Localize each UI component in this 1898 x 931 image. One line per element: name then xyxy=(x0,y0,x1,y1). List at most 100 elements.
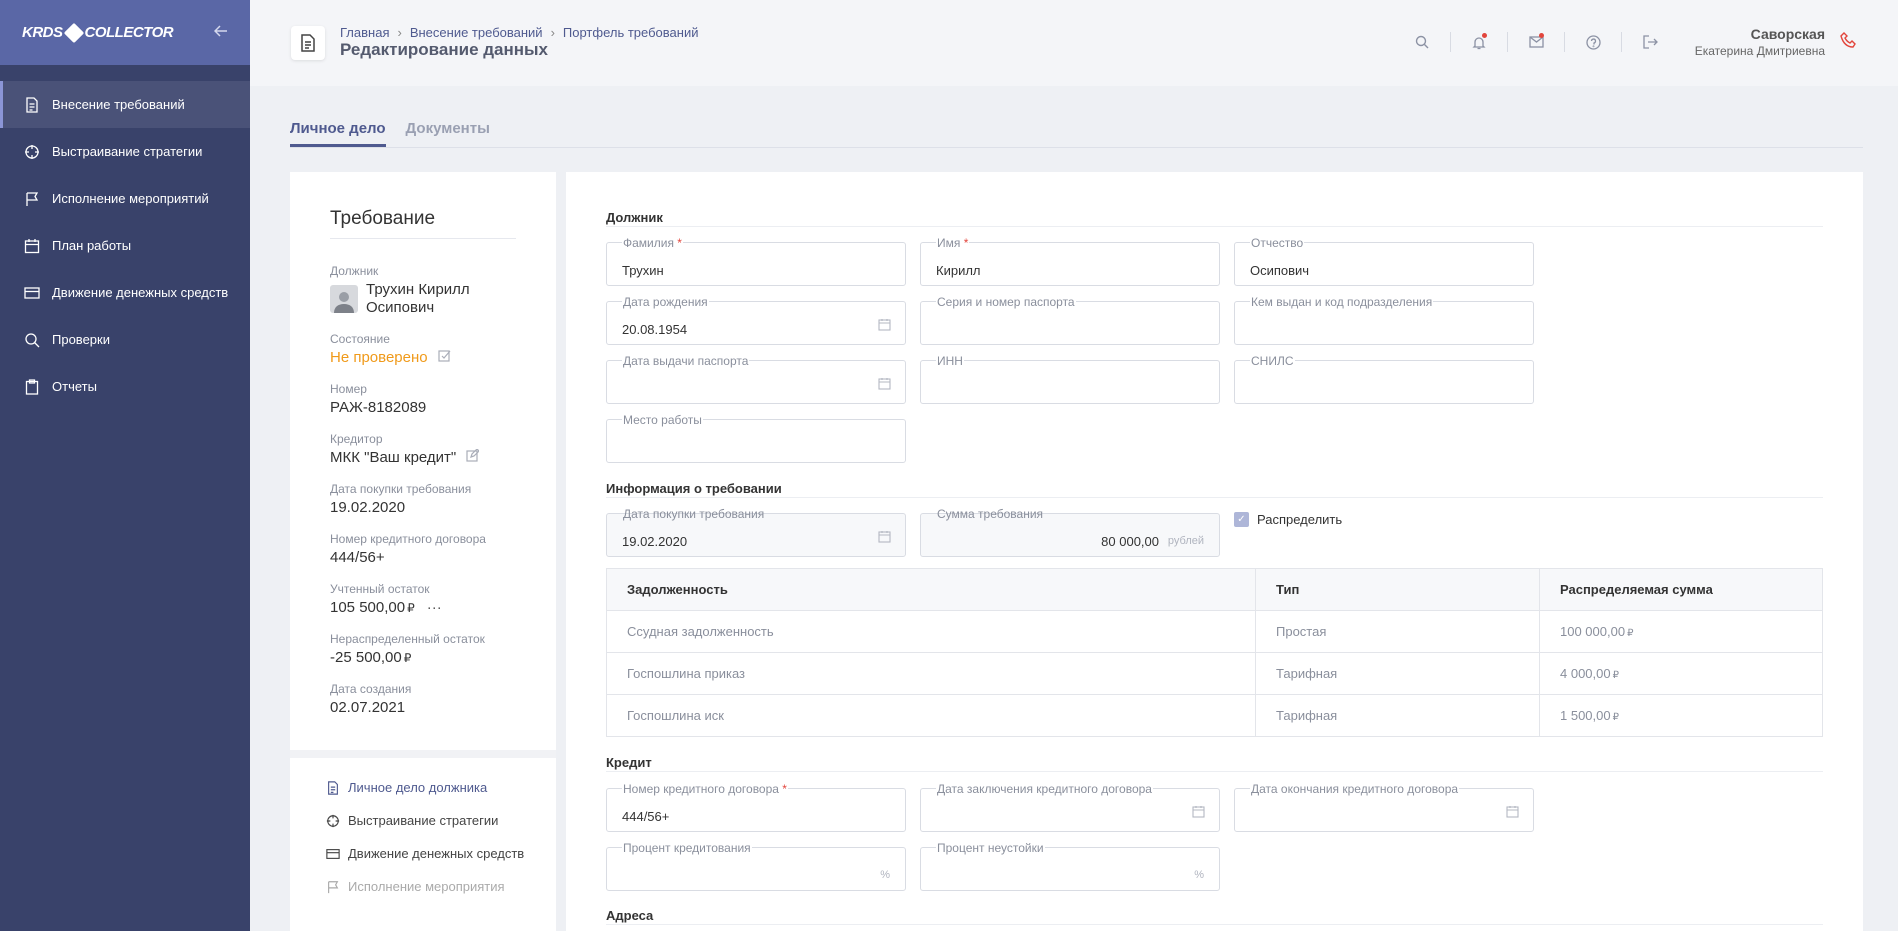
sidebar-item[interactable]: Отчеты xyxy=(0,363,250,410)
table-row[interactable]: Ссудная задолженность Простая 100 000,00 ₽ xyxy=(606,610,1823,653)
card-nav-item[interactable]: Исполнение мероприятия xyxy=(326,879,505,894)
table-row[interactable]: Госпошлина иск Тарифная 1 500,00 ₽ xyxy=(606,694,1823,737)
snils-field[interactable]: СНИЛС xyxy=(1234,354,1534,404)
calendar-icon[interactable] xyxy=(1192,805,1205,823)
document-icon xyxy=(26,96,38,113)
card-nav-item[interactable]: Выстраивание стратегии xyxy=(326,813,498,828)
calendar-icon[interactable] xyxy=(878,377,891,395)
field-label: Сумма требования xyxy=(937,507,1044,521)
edit-checkbox-icon[interactable] xyxy=(438,349,451,366)
debtor-name-line1: Трухин Кирилл xyxy=(366,281,470,298)
field-label: Серия и номер паспорта xyxy=(936,295,1076,309)
passport-number-field[interactable]: Серия и номер паспорта xyxy=(920,295,1220,345)
help-icon[interactable] xyxy=(1583,32,1603,52)
mail-icon[interactable] xyxy=(1526,32,1546,52)
user-info[interactable]: Саворская Екатерина Дмитриевна xyxy=(1695,26,1825,58)
sidebar-item[interactable]: Движение денежных средств xyxy=(0,269,250,316)
field-label: Должник xyxy=(330,264,379,278)
calendar-icon[interactable] xyxy=(878,318,891,336)
field-value: Кирилл xyxy=(936,263,981,278)
contract-value: 444/56+ xyxy=(330,549,385,566)
calendar-icon xyxy=(878,530,891,548)
field-label: Кем выдан и код подразделения xyxy=(1250,295,1434,309)
search-icon[interactable] xyxy=(1412,32,1432,52)
divider xyxy=(290,750,556,758)
table-cell: Ссудная задолженность xyxy=(606,610,1256,653)
last-name-field[interactable]: Фамилия * Трухин xyxy=(606,236,906,286)
edit-icon[interactable] xyxy=(466,448,481,466)
field-label: Дата заключения кредитного договора xyxy=(936,782,1153,796)
tab-personal-file[interactable]: Личное дело xyxy=(290,120,386,147)
bell-icon[interactable] xyxy=(1469,32,1489,52)
inn-field[interactable]: ИНН xyxy=(920,354,1220,404)
unit-suffix: рублей xyxy=(1167,535,1204,547)
birth-date-field[interactable]: Дата рождения 20.08.1954 xyxy=(606,295,906,345)
field-label: Имя xyxy=(937,236,961,250)
contract-end-field[interactable]: Дата окончания кредитного договора xyxy=(1234,782,1534,832)
contract-start-field[interactable]: Дата заключения кредитного договора xyxy=(920,782,1220,832)
page-title: Редактирование данных xyxy=(340,40,549,59)
passport-date-field[interactable]: Дата выдачи паспорта xyxy=(606,354,906,404)
tab-documents[interactable]: Документы xyxy=(406,120,490,147)
card-nav-label: Выстраивание стратегии xyxy=(348,813,499,828)
breadcrumb-item[interactable]: Внесение требований xyxy=(410,25,543,40)
app-logo[interactable]: KRDS COLLECTOR xyxy=(22,22,174,43)
breadcrumb-item[interactable]: Портфель требований xyxy=(563,25,699,40)
issued-by-field[interactable]: Кем выдан и код подразделения xyxy=(1234,295,1534,345)
checkmark-icon[interactable]: ✓ xyxy=(1234,512,1249,527)
sidebar-item[interactable]: Внесение требований xyxy=(0,81,250,128)
table-cell: 1 500,00 ₽ xyxy=(1539,694,1823,737)
sidebar-item-label: Выстраивание стратегии xyxy=(52,144,203,159)
first-name-field[interactable]: Имя * Кирилл xyxy=(920,236,1220,286)
currency-sign: ₽ xyxy=(1612,670,1619,681)
percent-suffix: % xyxy=(1194,869,1204,881)
card-nav-item[interactable]: Личное дело должника xyxy=(326,780,487,795)
distribute-checkbox[interactable]: ✓ Распределить xyxy=(1234,512,1342,527)
column-header: Тип xyxy=(1255,568,1540,611)
calendar-icon[interactable] xyxy=(1506,805,1519,823)
more-icon[interactable]: ··· xyxy=(427,599,442,616)
penalty-rate-field[interactable]: Процент неустойки % xyxy=(920,841,1220,891)
cube-icon xyxy=(63,22,84,43)
contract-number-field[interactable]: Номер кредитного договора * 444/56+ xyxy=(606,782,906,832)
sidebar-item[interactable]: Исполнение мероприятий xyxy=(0,175,250,222)
sidebar: KRDS COLLECTOR Внесение требований Выстра… xyxy=(0,0,250,931)
required-mark: * xyxy=(677,236,682,250)
state-field: Состояние Не проверено xyxy=(330,332,451,366)
percent-suffix: % xyxy=(880,869,890,881)
contract-field: Номер кредитного договора 444/56+ xyxy=(330,532,486,566)
sidebar-nav: Внесение требований Выстраивание стратеги… xyxy=(0,81,250,410)
breadcrumb-item[interactable]: Главная xyxy=(340,25,389,40)
patronymic-field[interactable]: Отчество Осипович xyxy=(1234,236,1534,286)
balance-value: 105 500,00 xyxy=(330,599,406,616)
table-cell: Простая xyxy=(1255,610,1540,653)
sidebar-item[interactable]: План работы xyxy=(0,222,250,269)
credit-rate-field[interactable]: Процент кредитования % xyxy=(606,841,906,891)
logo-text-right: COLLECTOR xyxy=(84,24,174,41)
number-value: РАЖ-8182089 xyxy=(330,399,427,416)
logout-icon[interactable] xyxy=(1640,32,1660,52)
sidebar-item[interactable]: Выстраивание стратегии xyxy=(0,128,250,175)
table-cell: Госпошлина приказ xyxy=(606,652,1256,695)
field-label: Учтенный остаток xyxy=(330,582,430,596)
field-label: Номер xyxy=(330,382,367,396)
arrow-left-icon[interactable] xyxy=(213,22,228,42)
user-last-name: Саворская xyxy=(1750,26,1825,42)
divider xyxy=(606,226,1823,227)
table-row[interactable]: Госпошлина приказ Тарифная 4 000,00 ₽ xyxy=(606,652,1823,695)
phone-icon[interactable] xyxy=(1840,32,1858,55)
sidebar-item-label: Отчеты xyxy=(52,379,97,394)
flag-icon xyxy=(328,880,339,893)
notification-dot xyxy=(1539,33,1544,38)
field-label: Отчество xyxy=(1250,236,1305,250)
table-cell: 100 000,00 ₽ xyxy=(1539,610,1823,653)
workplace-field[interactable]: Место работы xyxy=(606,413,906,463)
flag-icon xyxy=(26,191,39,206)
tabs: Личное дело Документы xyxy=(290,120,1863,148)
unallocated-value: -25 500,00 xyxy=(330,649,402,666)
card-nav-item[interactable]: Движение денежных средств xyxy=(326,846,524,861)
debt-table: Задолженность Тип Распределяемая сумма С… xyxy=(606,568,1823,737)
logo-text-left: KRDS xyxy=(22,24,63,41)
sidebar-item[interactable]: Проверки xyxy=(0,316,250,363)
calendar-icon xyxy=(24,238,40,253)
